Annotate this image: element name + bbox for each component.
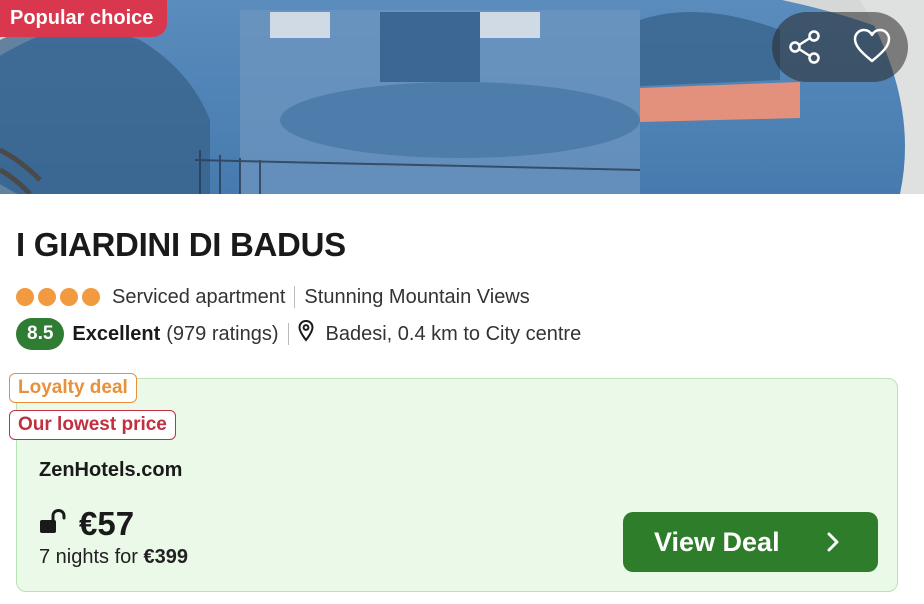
hotel-name[interactable]: I GIARDINI DI BADUS xyxy=(16,226,346,264)
map-pin-icon xyxy=(298,319,314,348)
score-badge: 8.5 xyxy=(16,318,65,350)
chevron-right-icon xyxy=(827,532,839,552)
property-type: Serviced apartment xyxy=(112,285,286,308)
star-icon xyxy=(38,288,56,306)
price-row: €57 xyxy=(39,505,134,543)
view-deal-button[interactable]: View Deal xyxy=(623,512,878,572)
nights-label: 7 nights for xyxy=(39,546,138,568)
star-rating xyxy=(16,288,100,306)
divider xyxy=(287,323,289,345)
rating-word: Excellent xyxy=(72,322,161,345)
hotel-meta-row: Serviced apartment Stunning Mountain Vie… xyxy=(16,284,530,310)
popular-choice-badge: Popular choice xyxy=(0,0,168,37)
divider xyxy=(294,286,296,308)
favorite-button[interactable] xyxy=(852,27,892,67)
hero-actions xyxy=(772,12,908,82)
total-amount: €399 xyxy=(143,546,189,568)
star-icon xyxy=(60,288,78,306)
provider-name: ZenHotels.com xyxy=(39,459,183,481)
location-text[interactable]: Badesi, 0.4 km to City centre xyxy=(326,323,582,346)
lowest-price-tag: Our lowest price xyxy=(9,410,176,440)
star-icon xyxy=(16,288,34,306)
hotel-photo[interactable]: Popular choice xyxy=(0,0,924,194)
share-icon xyxy=(789,30,820,64)
total-price: 7 nights for €399 xyxy=(39,546,188,569)
rating-count[interactable]: (979 ratings) xyxy=(166,323,278,346)
unlock-icon xyxy=(39,508,67,540)
share-button[interactable] xyxy=(786,27,826,67)
rating-row: 8.5 Excellent (979 ratings) Badesi, 0.4 … xyxy=(16,318,581,350)
highlight-text: Stunning Mountain Views xyxy=(304,285,530,308)
nightly-price: €57 xyxy=(79,505,135,542)
heart-icon xyxy=(853,28,891,63)
view-deal-label: View Deal xyxy=(654,526,780,557)
star-icon xyxy=(82,288,100,306)
loyalty-deal-tag: Loyalty deal xyxy=(9,373,137,403)
